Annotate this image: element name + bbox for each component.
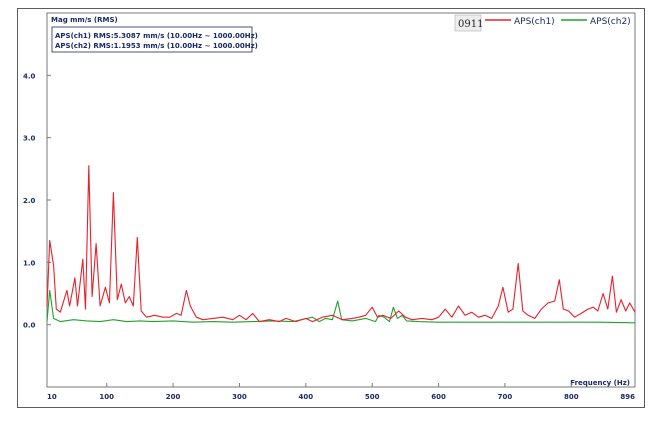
- x-tick-label: 200: [166, 393, 181, 401]
- x-tick-label: 400: [299, 393, 314, 401]
- y-tick-label: 3.0: [23, 135, 36, 143]
- legend-code: 0911: [458, 19, 483, 30]
- spectrum-chart: APS(ch1) RMS:5.3087 mm/s (10.00Hz ~ 1000…: [23, 12, 636, 401]
- x-tick-label: 500: [365, 393, 380, 401]
- x-tick-label: 700: [498, 393, 513, 401]
- x-tick-label: 100: [99, 393, 114, 401]
- x-tick-label: 10: [47, 393, 57, 401]
- rms-line-ch1: APS(ch1) RMS:5.3087 mm/s (10.00Hz ~ 1000…: [55, 32, 258, 40]
- y-tick-label: 0.0: [23, 322, 36, 330]
- y-tick-label: 1.0: [23, 259, 36, 267]
- plot-area: [46, 12, 636, 388]
- x-tick-label: 800: [564, 393, 579, 401]
- x-tick-label: 896: [620, 393, 635, 401]
- y-axis-label: Mag mm/s (RMS): [51, 16, 118, 24]
- legend-label-ch2: APS(ch2): [590, 17, 631, 27]
- x-tick-label: 600: [431, 393, 446, 401]
- legend-label-ch1: APS(ch1): [514, 17, 555, 27]
- y-tick-label: 2.0: [23, 197, 36, 205]
- x-tick-label: 300: [232, 393, 247, 401]
- chart-frame: APS(ch1) RMS:5.3087 mm/s (10.00Hz ~ 1000…: [17, 8, 645, 408]
- x-axis-label: Frequency (Hz): [570, 379, 630, 387]
- rms-line-ch2: APS(ch2) RMS:1.1953 mm/s (10.00Hz ~ 1000…: [55, 42, 258, 50]
- y-tick-label: 4.0: [23, 72, 36, 80]
